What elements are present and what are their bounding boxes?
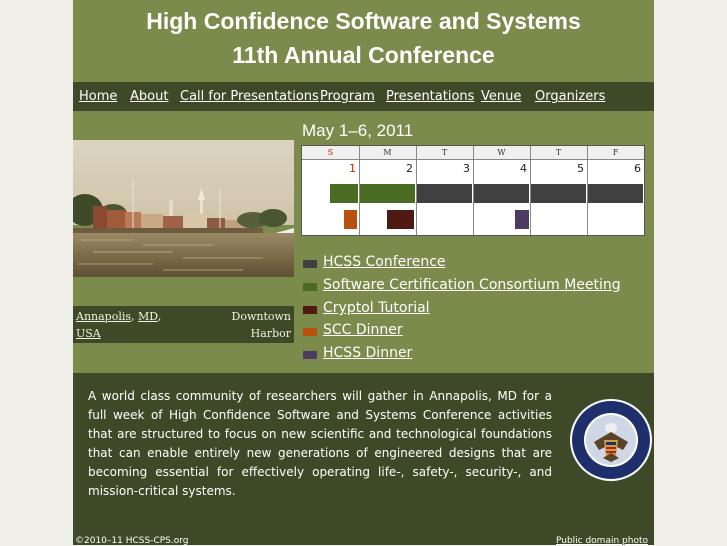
- legend-label[interactable]: Cryptol Tutorial: [323, 300, 430, 316]
- conference-description: A world class community of researchers w…: [88, 389, 552, 498]
- day-header-tue: T: [416, 146, 473, 159]
- hcss-conference-bar-tue[interactable]: [417, 184, 472, 203]
- hcss-dinner-bar[interactable]: [515, 210, 529, 229]
- caption-description: Downtown Harbor: [232, 308, 292, 342]
- conference-dates: May 1–6, 2011: [302, 121, 414, 140]
- photo-caption: Annapolis, MD, USA Downtown Harbor: [73, 306, 294, 343]
- nav-program[interactable]: Program: [320, 89, 375, 104]
- scc-meeting-bar-mon[interactable]: [360, 184, 415, 203]
- day-header-wed: W: [473, 146, 530, 159]
- nsa-seal-logo: [569, 398, 653, 482]
- legend-item-scc-dinner[interactable]: SCC Dinner: [301, 322, 631, 342]
- page-container: High Confidence Software and Systems 11t…: [73, 0, 654, 546]
- legend-swatch: [303, 328, 317, 336]
- legend-item-hcss-dinner[interactable]: HCSS Dinner: [301, 345, 631, 365]
- legend-label[interactable]: SCC Dinner: [323, 322, 403, 338]
- date-4: 4: [520, 162, 527, 175]
- date-1: 1: [349, 162, 356, 175]
- legend-label[interactable]: HCSS Dinner: [323, 345, 412, 361]
- site-title: High Confidence Software and Systems: [146, 8, 581, 34]
- legend-item-cryptol-tutorial[interactable]: Cryptol Tutorial: [301, 300, 631, 320]
- nav-presentations[interactable]: Presentations: [386, 89, 474, 104]
- day-header-thu: T: [530, 146, 587, 159]
- site-header: High Confidence Software and Systems 11t…: [73, 0, 654, 82]
- legend-swatch: [303, 283, 317, 291]
- caption-link-annapolis[interactable]: Annapolis: [76, 310, 131, 323]
- cryptol-tutorial-bar[interactable]: [387, 210, 414, 229]
- nav-venue[interactable]: Venue: [481, 89, 521, 104]
- legend-item-hcss-conference[interactable]: HCSS Conference: [301, 254, 631, 274]
- nav-home[interactable]: Home: [79, 89, 117, 104]
- date-2: 2: [406, 162, 413, 175]
- caption-location: Annapolis, MD, USA: [76, 310, 162, 340]
- description-panel: A world class community of researchers w…: [73, 373, 654, 546]
- date-3: 3: [463, 162, 470, 175]
- date-5: 5: [577, 162, 584, 175]
- scc-dinner-bar[interactable]: [344, 210, 357, 229]
- legend-item-scc-meeting[interactable]: Software Certification Consortium Meetin…: [301, 277, 631, 297]
- scc-meeting-bar-sun[interactable]: [330, 184, 358, 203]
- main-nav: Home About Call for Presentations Progra…: [73, 82, 654, 111]
- nav-about[interactable]: About: [130, 89, 168, 104]
- annapolis-harbor-photo: [73, 140, 294, 277]
- day-header-sun: S: [302, 146, 359, 159]
- day-header-fri: F: [587, 146, 644, 159]
- legend-label[interactable]: Software Certification Consortium Meetin…: [323, 277, 621, 293]
- date-6: 6: [634, 162, 641, 175]
- caption-right-line1: Downtown: [231, 310, 292, 323]
- caption-right-line2: Harbor: [250, 327, 291, 340]
- caption-link-md[interactable]: MD: [138, 310, 158, 323]
- nav-organizers[interactable]: Organizers: [535, 89, 605, 104]
- legend-swatch: [303, 306, 317, 314]
- site-subtitle: 11th Annual Conference: [232, 42, 495, 68]
- day-header-mon: M: [359, 146, 416, 159]
- hcss-conference-bar-fri[interactable]: [588, 184, 643, 203]
- event-calendar: S M T W T F 1 2 3 4 5 6: [301, 145, 645, 236]
- caption-link-usa[interactable]: USA: [76, 327, 101, 340]
- legend-label[interactable]: HCSS Conference: [323, 254, 446, 270]
- legend-swatch: [303, 260, 317, 268]
- hcss-conference-bar-thu[interactable]: [531, 184, 586, 203]
- nav-call-for-presentations[interactable]: Call for Presentations: [180, 89, 319, 104]
- legend-swatch: [303, 351, 317, 359]
- hcss-conference-bar-wed[interactable]: [474, 184, 529, 203]
